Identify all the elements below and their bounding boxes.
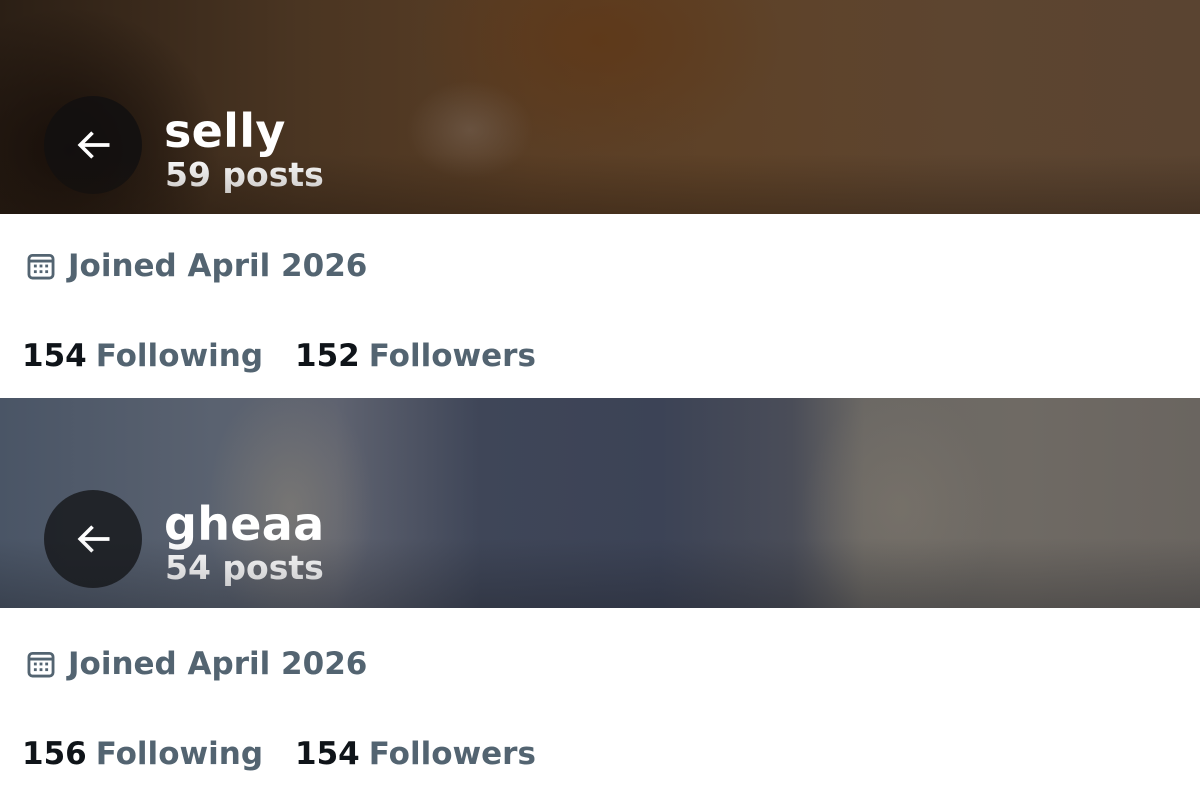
post-count: 54 posts bbox=[165, 548, 324, 587]
arrow-left-icon bbox=[77, 131, 110, 159]
profile-banner: gheaa 54 posts bbox=[0, 398, 1200, 608]
following-link[interactable]: 156 Following bbox=[22, 736, 263, 772]
follow-stats: 154 Following 152 Followers bbox=[22, 338, 536, 374]
followers-link[interactable]: 152 Followers bbox=[295, 338, 536, 374]
back-button[interactable] bbox=[44, 490, 142, 588]
arrow-left-icon bbox=[77, 525, 110, 553]
followers-count: 154 bbox=[295, 736, 360, 772]
followers-link[interactable]: 154 Followers bbox=[295, 736, 536, 772]
following-label: Following bbox=[95, 338, 264, 374]
joined-label: Joined April 2026 bbox=[68, 248, 368, 284]
joined-date: Joined April 2026 bbox=[24, 248, 367, 284]
calendar-icon bbox=[24, 647, 58, 681]
following-label: Following bbox=[95, 736, 264, 772]
followers-count: 152 bbox=[295, 338, 360, 374]
calendar-icon bbox=[24, 249, 58, 283]
followers-label: Followers bbox=[368, 736, 536, 772]
profile-name: selly bbox=[164, 104, 286, 158]
following-count: 154 bbox=[22, 338, 87, 374]
back-button[interactable] bbox=[44, 96, 142, 194]
follow-stats: 156 Following 154 Followers bbox=[22, 736, 536, 772]
followers-label: Followers bbox=[368, 338, 536, 374]
joined-date: Joined April 2026 bbox=[24, 646, 367, 682]
post-count: 59 posts bbox=[165, 155, 324, 194]
profile-card-gheaa: gheaa 54 posts Joined April 2026 156 Fol… bbox=[0, 398, 1200, 800]
profile-banner: selly 59 posts bbox=[0, 0, 1200, 214]
following-link[interactable]: 154 Following bbox=[22, 338, 263, 374]
following-count: 156 bbox=[22, 736, 87, 772]
profile-card-selly: selly 59 posts Joined April 2026 154 Fol… bbox=[0, 0, 1200, 398]
joined-label: Joined April 2026 bbox=[68, 646, 368, 682]
profile-name: gheaa bbox=[164, 497, 325, 551]
